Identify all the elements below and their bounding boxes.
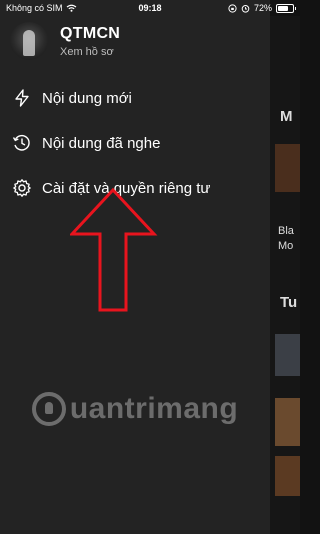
watermark: uantrimang xyxy=(0,392,270,426)
strip-thumbnail-1 xyxy=(275,144,300,192)
side-drawer: QTMCN Xem hồ sơ Nội dung mới Nội dung đã… xyxy=(0,0,270,534)
menu-item-new-content[interactable]: Nội dung mới xyxy=(12,88,132,108)
battery-icon xyxy=(276,3,296,13)
view-profile-link[interactable]: Xem hồ sơ xyxy=(60,46,120,58)
strip-thumbnail-3 xyxy=(275,398,300,446)
menu-item-label: Nội dung mới xyxy=(42,89,132,107)
battery-percent: 72% xyxy=(253,3,272,13)
watermark-text: uantrimang xyxy=(69,392,239,425)
strip-thumbnail-2 xyxy=(275,334,300,376)
rotation-lock-icon xyxy=(228,3,237,13)
strip-caption-2: Mo xyxy=(278,240,294,252)
lightbulb-logo-icon xyxy=(31,392,66,426)
strip-thumbnail-4 xyxy=(275,456,300,496)
alarm-icon xyxy=(241,4,250,13)
background-home-screen: M Bla Mo Tu xyxy=(270,16,300,534)
red-arrow-annotation xyxy=(70,187,158,312)
menu-item-label: Nội dung đã nghe xyxy=(42,134,161,152)
clock-history-icon xyxy=(12,133,32,153)
strip-heading-1: M xyxy=(280,108,293,125)
profile-header[interactable]: QTMCN Xem hồ sơ xyxy=(10,22,120,60)
gear-icon xyxy=(12,178,32,198)
status-bar: Không có SIM 09:18 72% xyxy=(0,0,300,16)
lightning-icon xyxy=(12,88,32,108)
strip-heading-2: Tu xyxy=(280,294,298,311)
profile-name: QTMCN xyxy=(60,24,121,42)
strip-caption-1: Bla xyxy=(278,225,294,237)
menu-item-listening-history[interactable]: Nội dung đã nghe xyxy=(12,133,160,153)
avatar[interactable] xyxy=(10,22,48,60)
